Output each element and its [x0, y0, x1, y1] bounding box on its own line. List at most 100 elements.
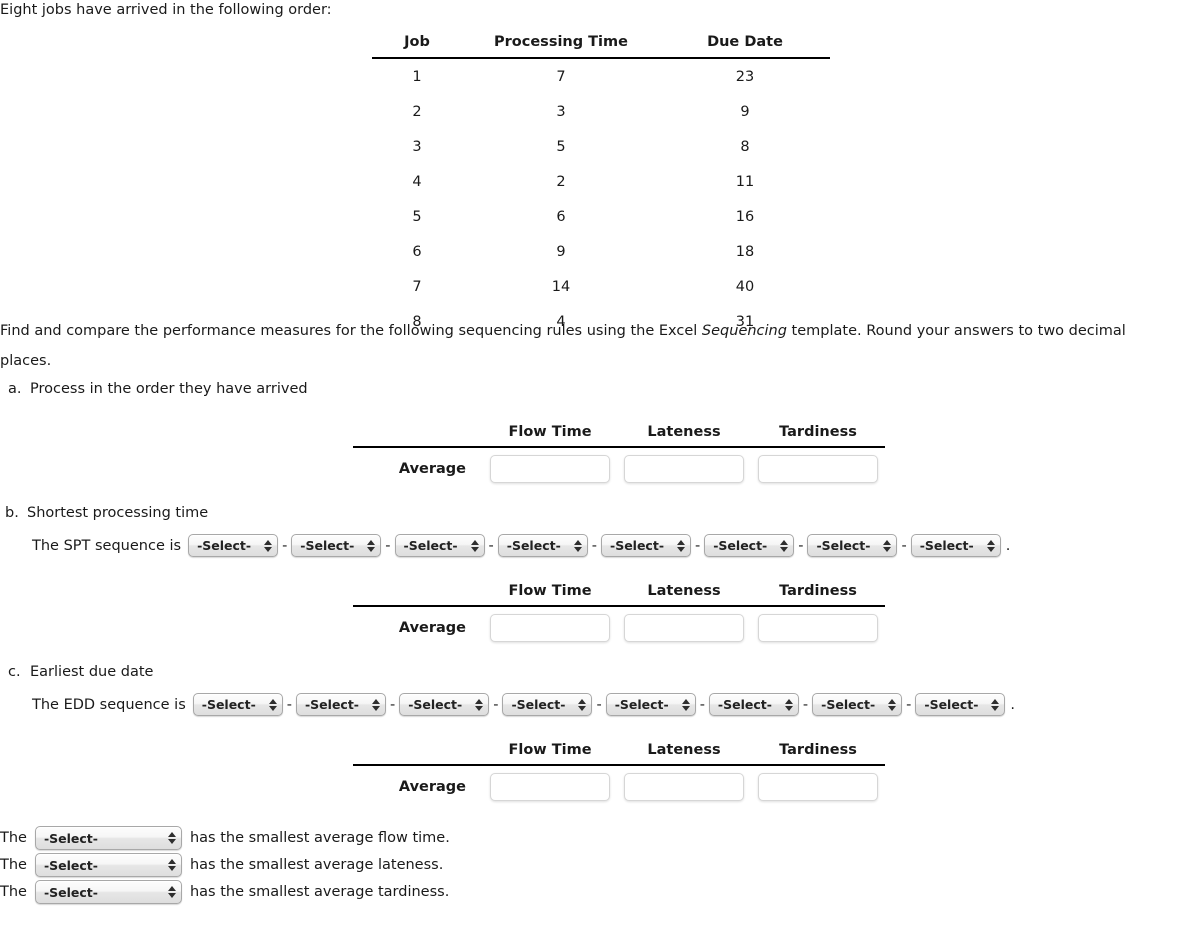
edd-select-1[interactable]: -Select- — [192, 693, 283, 716]
measure-header-lateness: Lateness — [647, 424, 721, 440]
measure-header-flow-time: Flow Time — [508, 424, 592, 440]
table-row: 2 3 9 — [372, 94, 830, 129]
edd-separator-6: - — [802, 696, 809, 713]
edd-select-2-value: -Select- — [304, 697, 359, 712]
edd-select-5-value: -Select- — [614, 697, 669, 712]
updown-arrows-icon — [987, 698, 1000, 711]
measure-cell-tardiness — [751, 614, 885, 642]
flow-time-input-c[interactable] — [490, 773, 610, 801]
table-row: 4 2 11 — [372, 164, 830, 199]
edd-select-4[interactable]: -Select- — [502, 693, 593, 716]
updown-arrows-icon — [265, 698, 277, 711]
spt-separator-7: - — [901, 537, 907, 554]
spt-select-2[interactable]: -Select- — [291, 534, 382, 557]
job-table-header-due-date: Due Date — [660, 34, 830, 59]
updown-arrows-icon — [471, 698, 484, 711]
proc-time-cell: 7 — [556, 68, 566, 85]
conclusion-select-lateness-value: -Select- — [43, 857, 98, 873]
edd-sequence-row: The EDD sequence is -Select- - -Select- … — [32, 693, 1015, 716]
spt-terminator: . — [1005, 537, 1011, 554]
measure-header-lateness: Lateness — [647, 583, 721, 599]
job-id-cell: 5 — [412, 208, 422, 225]
edd-select-2[interactable]: -Select- — [295, 693, 386, 716]
updown-arrows-icon — [164, 886, 176, 898]
edd-terminator: . — [1010, 696, 1015, 713]
spt-separator-6: - — [798, 537, 804, 554]
conclusion-select-lateness[interactable]: -Select- — [34, 853, 182, 877]
updown-arrows-icon — [164, 859, 176, 871]
spt-separator-5: - — [695, 537, 701, 554]
updown-arrows-icon — [884, 698, 897, 711]
measure-header-tardiness: Tardiness — [779, 742, 857, 758]
spt-sequence-label: The SPT sequence is — [32, 537, 182, 554]
conclusion-select-flow-time[interactable]: -Select- — [34, 826, 182, 850]
edd-select-6[interactable]: -Select- — [708, 693, 799, 716]
job-table-header-job: Job — [372, 34, 462, 59]
spt-select-4[interactable]: -Select- — [497, 534, 588, 557]
spt-select-8[interactable]: -Select- — [910, 534, 1001, 557]
job-table: Job Processing Time Due Date 1 7 23 2 3 … — [372, 34, 830, 339]
conclusion-prefix: The — [0, 830, 27, 846]
updown-arrows-icon — [781, 698, 793, 711]
conclusion-suffix: has the smallest average lateness. — [189, 857, 444, 873]
measure-row-label-average: Average — [398, 779, 466, 795]
updown-arrows-icon — [164, 832, 176, 844]
tardiness-input-c[interactable] — [758, 773, 878, 801]
edd-select-8-value: -Select- — [924, 697, 979, 712]
conclusion-suffix: has the smallest average flow time. — [189, 830, 450, 846]
tardiness-input-a[interactable] — [758, 455, 878, 483]
measure-cell-flow-time — [483, 455, 617, 483]
edd-sequence-label: The EDD sequence is — [32, 696, 186, 713]
measure-table-a-header: Flow Time Lateness Tardiness — [353, 424, 885, 448]
spt-select-7-value: -Select- — [816, 538, 871, 553]
spt-select-2-value: -Select- — [300, 538, 355, 553]
job-id-cell: 3 — [412, 138, 422, 155]
edd-select-6-value: -Select- — [717, 697, 772, 712]
conclusion-select-tardiness[interactable]: -Select- — [34, 880, 182, 904]
spt-select-4-value: -Select- — [506, 538, 561, 553]
measure-row-label-average: Average — [398, 620, 466, 636]
updown-arrows-icon — [574, 698, 587, 711]
lateness-input-c[interactable] — [624, 773, 744, 801]
measure-header-flow-time: Flow Time — [508, 583, 592, 599]
measure-cell-flow-time — [483, 773, 617, 801]
proc-time-cell: 3 — [556, 103, 566, 120]
measure-table-c-header: Flow Time Lateness Tardiness — [353, 742, 885, 766]
lateness-input-a[interactable] — [624, 455, 744, 483]
spt-select-6[interactable]: -Select- — [704, 534, 795, 557]
edd-select-7[interactable]: -Select- — [812, 693, 903, 716]
spt-select-1[interactable]: -Select- — [188, 534, 279, 557]
spt-select-7[interactable]: -Select- — [807, 534, 898, 557]
measure-table-b-row: Average — [353, 607, 885, 642]
spt-separator-1: - — [282, 537, 288, 554]
spt-sequence-row: The SPT sequence is -Select- - -Select- … — [32, 534, 1010, 557]
edd-select-8[interactable]: -Select- — [915, 693, 1006, 716]
measure-header-spacer — [353, 742, 483, 758]
spt-select-5-value: -Select- — [610, 538, 665, 553]
flow-time-input-b[interactable] — [490, 614, 610, 642]
table-row: 1 7 23 — [372, 58, 830, 94]
tardiness-input-b[interactable] — [758, 614, 878, 642]
updown-arrows-icon — [570, 539, 582, 552]
measure-header-spacer — [353, 424, 483, 440]
edd-select-3[interactable]: -Select- — [399, 693, 490, 716]
table-row: 5 6 16 — [372, 199, 830, 234]
list-item-c: c. Earliest due date — [8, 664, 153, 680]
list-item-a-label: Process in the order they have arrived — [30, 381, 308, 397]
edd-separator-1: - — [286, 696, 292, 713]
list-marker-a: a. — [8, 381, 22, 397]
job-id-cell: 2 — [412, 103, 422, 120]
table-row: 3 5 8 — [372, 129, 830, 164]
spt-select-5[interactable]: -Select- — [601, 534, 691, 557]
edd-select-1-value: -Select- — [201, 697, 256, 712]
due-date-cell: 9 — [740, 103, 750, 120]
lateness-input-b[interactable] — [624, 614, 744, 642]
edd-select-5[interactable]: -Select- — [605, 693, 696, 716]
list-item-b: b. Shortest processing time — [5, 505, 208, 521]
spt-select-3[interactable]: -Select- — [394, 534, 485, 557]
proc-time-cell: 2 — [556, 173, 566, 190]
list-marker-c: c. — [8, 664, 21, 680]
job-id-cell: 6 — [412, 243, 422, 260]
flow-time-input-a[interactable] — [490, 455, 610, 483]
due-date-cell: 18 — [735, 243, 755, 260]
